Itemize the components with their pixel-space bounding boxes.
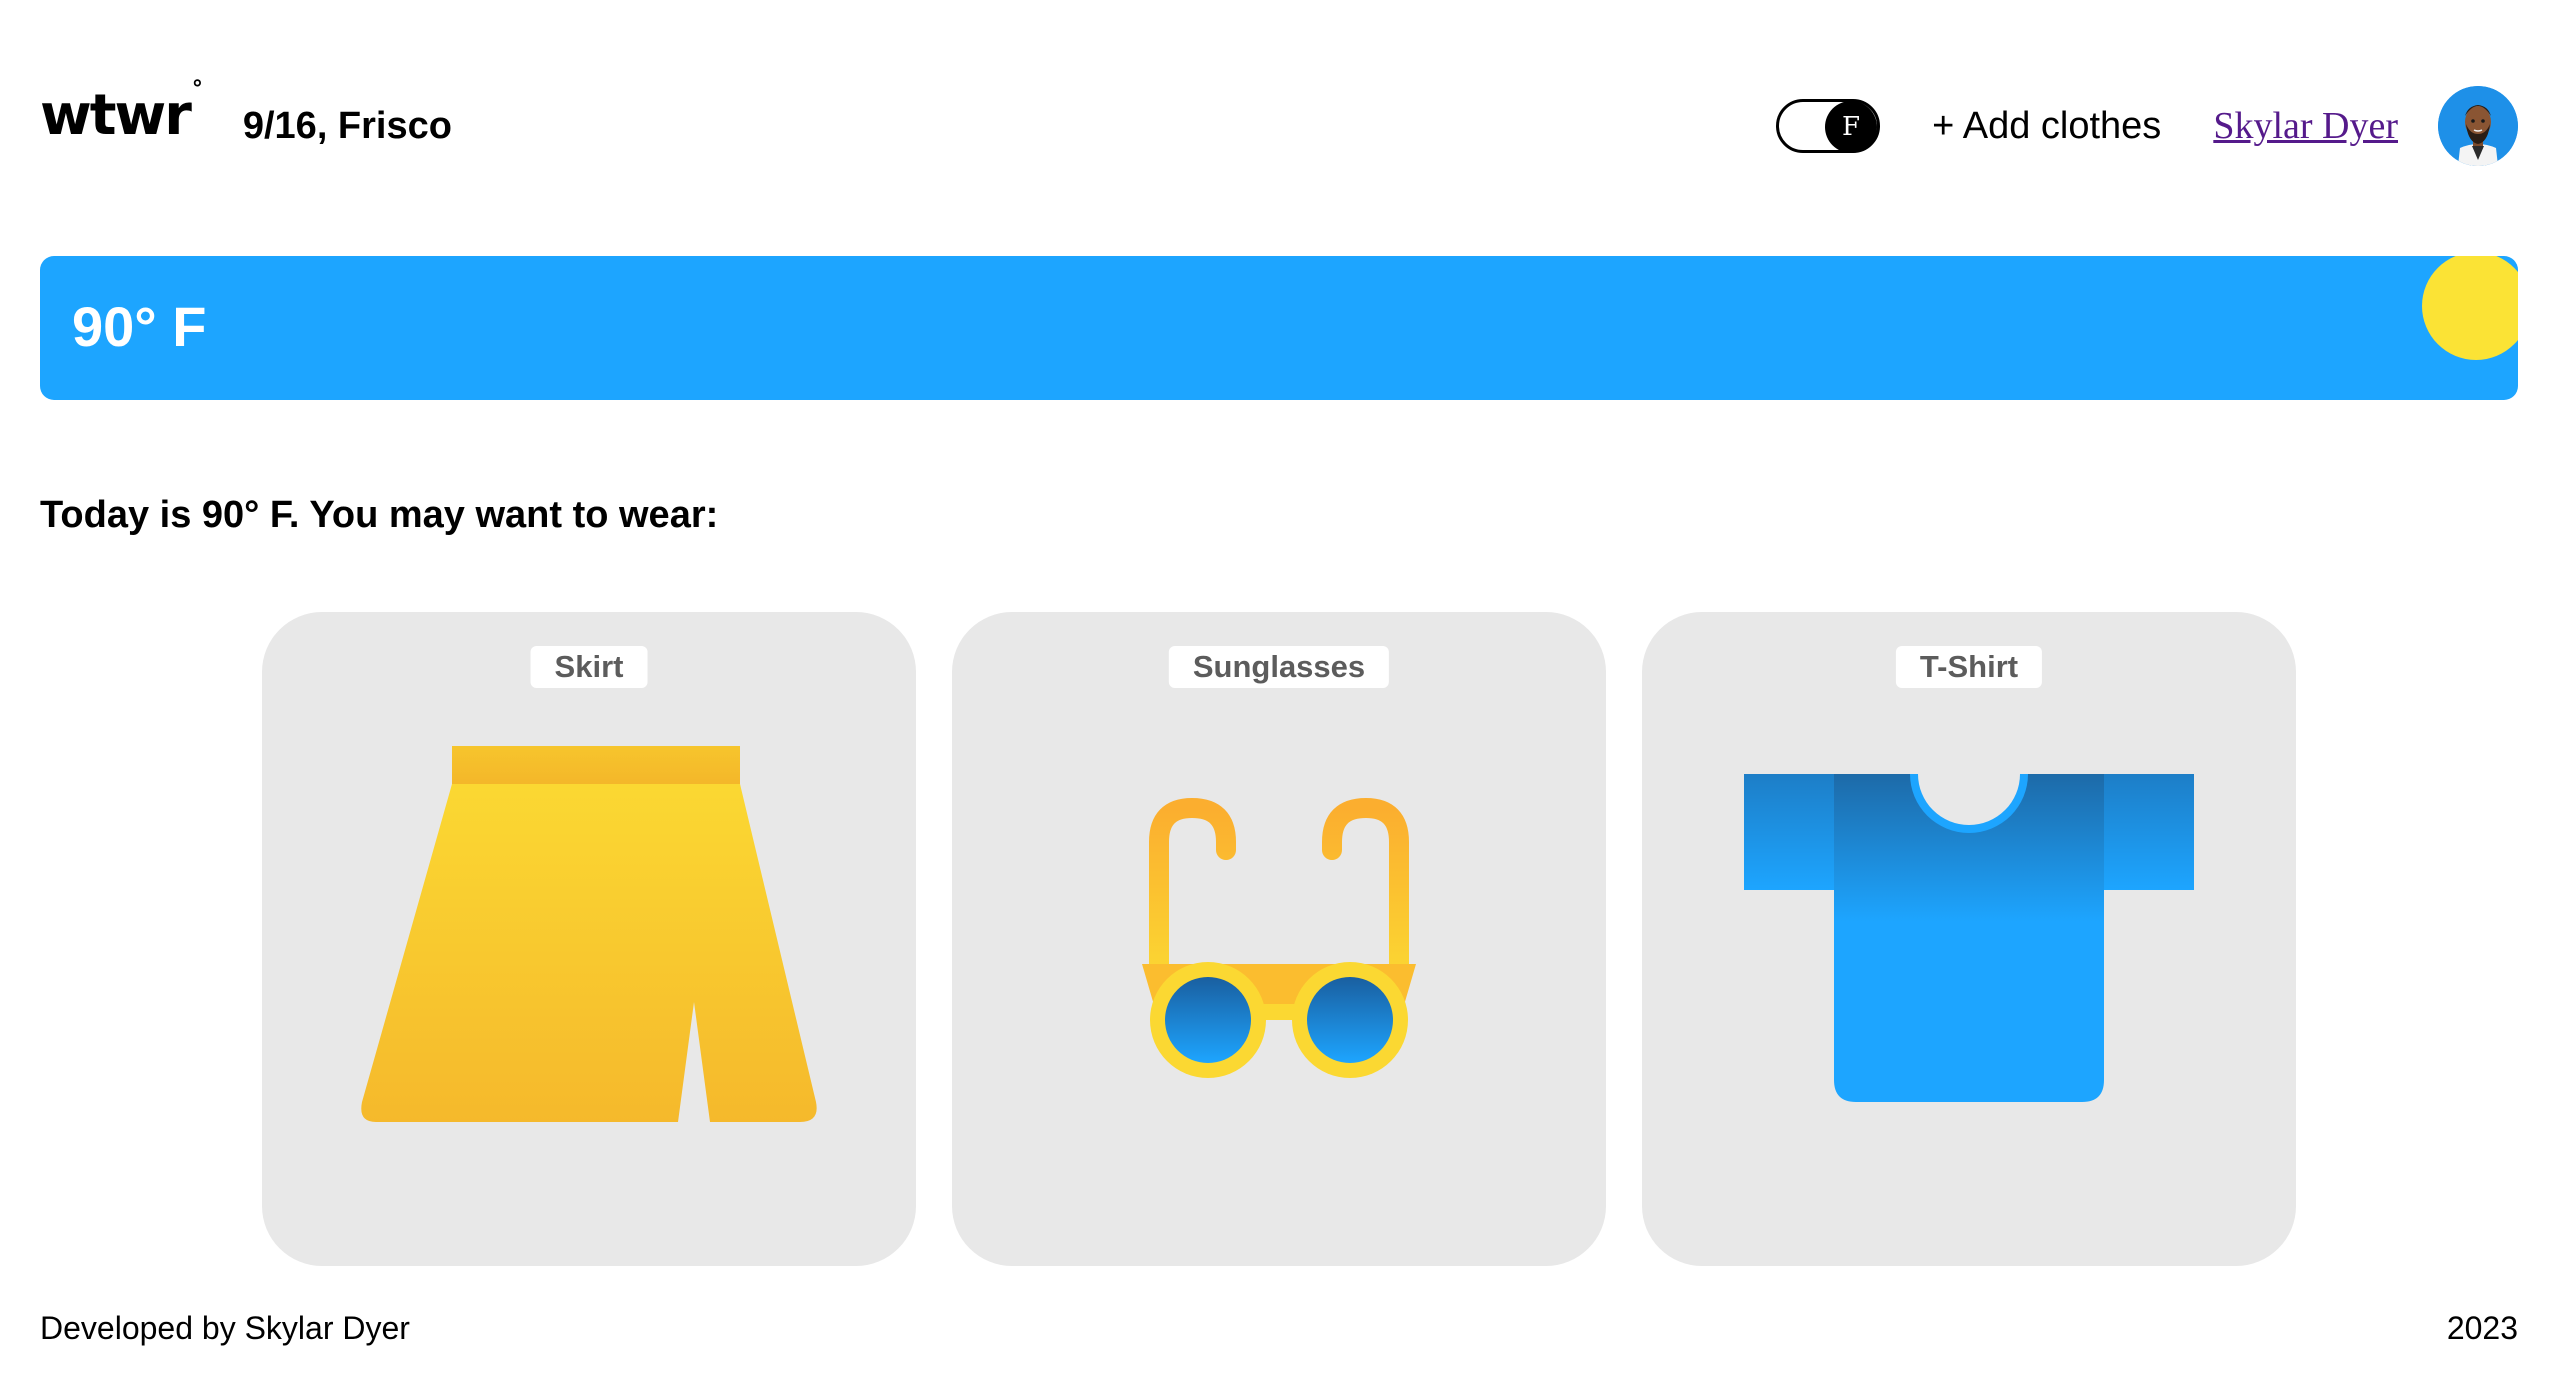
card-label: Sunglasses: [1168, 646, 1390, 688]
weather-temperature: 90° F: [72, 295, 207, 358]
footer-year: 2023: [2446, 1310, 2518, 1346]
toggle-knob: F: [1825, 101, 1878, 153]
user-name-link[interactable]: Skylar Dyer: [2213, 104, 2398, 148]
clothing-card-sunglasses[interactable]: Sunglasses: [952, 612, 1606, 1266]
footer-credit: Developed by Skylar Dyer: [40, 1310, 410, 1346]
logo-degree: °: [191, 77, 203, 103]
header-left: wtwr° 9/16, Frisco: [40, 79, 452, 154]
logo-text: wtwr: [40, 83, 192, 148]
avatar-image: [2438, 86, 2518, 166]
temperature-unit-toggle[interactable]: F: [1776, 99, 1881, 153]
clothing-suggestion-text: Today is 90° F. You may want to wear:: [40, 494, 719, 536]
clothing-card-tshirt[interactable]: T-Shirt: [1642, 612, 2296, 1266]
sun-icon: [2422, 256, 2518, 360]
avatar[interactable]: [2438, 86, 2518, 166]
skirt-icon: [361, 746, 817, 1122]
app-page: wtwr° 9/16, Frisco F + Add clothes Skyla…: [0, 0, 2558, 1386]
card-label: Skirt: [530, 646, 648, 688]
add-clothes-button[interactable]: + Add clothes: [1932, 105, 2161, 148]
clothing-cards: Skirt Sunglasses T-Shirt: [262, 612, 2296, 1266]
header-right: F + Add clothes Skylar Dyer: [1776, 86, 2518, 166]
header: wtwr° 9/16, Frisco F + Add clothes Skyla…: [40, 79, 2518, 172]
date-location: 9/16, Frisco: [242, 104, 452, 147]
footer: Developed by Skylar Dyer 2023: [40, 1310, 2518, 1347]
tshirt-icon: [1744, 774, 2194, 1102]
sunglasses-icon: [1142, 797, 1416, 1078]
clothing-card-skirt[interactable]: Skirt: [262, 612, 916, 1266]
weather-card: 90° F: [40, 256, 2518, 400]
card-label: T-Shirt: [1895, 646, 2043, 688]
logo[interactable]: wtwr°: [40, 79, 203, 144]
